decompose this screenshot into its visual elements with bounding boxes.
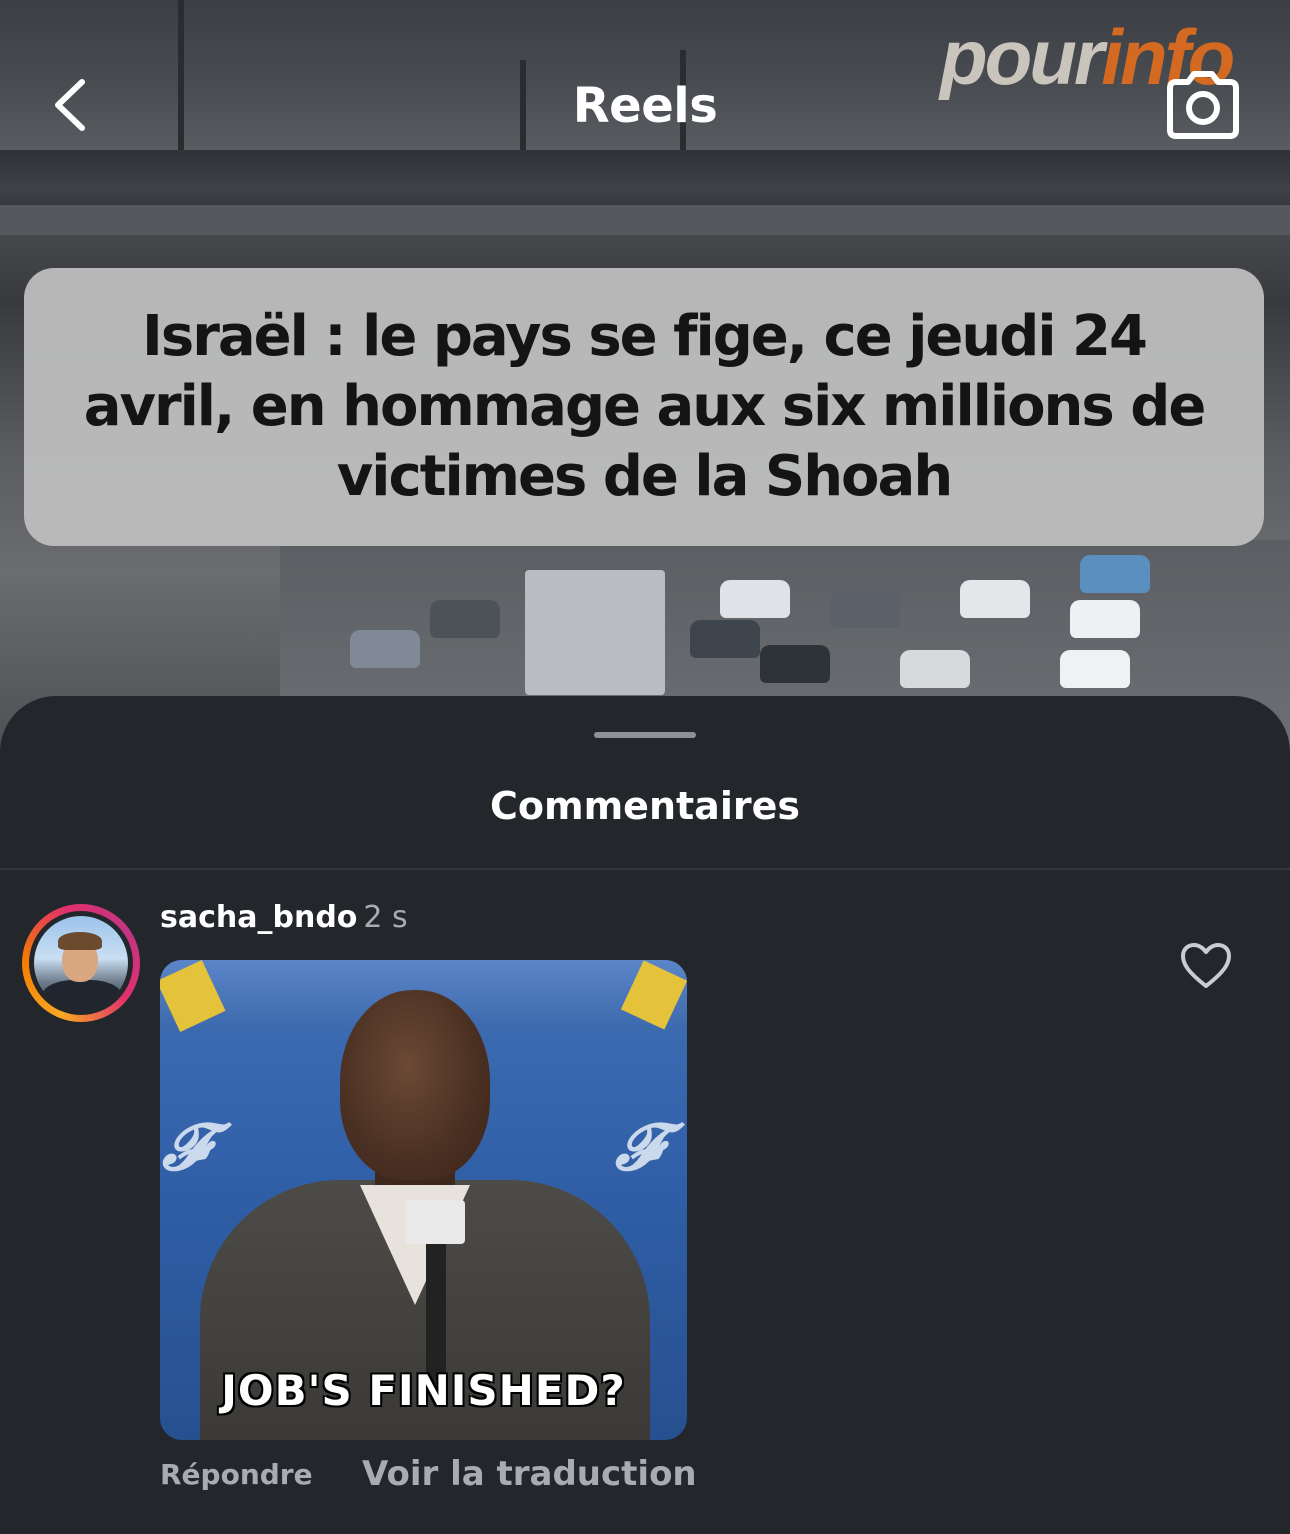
video-truck (525, 570, 665, 695)
comment-meta: sacha_bndo 2 s (160, 900, 408, 935)
video-car (430, 600, 500, 638)
gif-backdrop-logo: 𝓕 (162, 1110, 210, 1185)
video-car (1070, 600, 1140, 638)
gif-microphone (405, 1200, 465, 1244)
video-caption-box: Israël : le pays se fige, ce jeudi 24 av… (24, 268, 1264, 546)
sheet-divider (0, 868, 1290, 870)
video-car (900, 650, 970, 688)
video-car (1080, 555, 1150, 593)
comment-username[interactable]: sacha_bndo (160, 900, 357, 935)
avatar (34, 916, 128, 1010)
video-car (1060, 650, 1130, 688)
gif-microphone-stand (426, 1244, 446, 1384)
page-title: Reels (572, 78, 718, 134)
video-car (760, 645, 830, 683)
video-bridge-deck (0, 205, 1290, 235)
video-car (960, 580, 1030, 618)
like-comment-button[interactable] (1178, 940, 1234, 992)
camera-button[interactable] (1162, 66, 1244, 144)
avatar-story-ring[interactable] (22, 904, 140, 1022)
comment-gif[interactable]: 𝓕 𝓕 JOB'S FINISHED? (160, 960, 687, 1440)
gif-person-head (340, 990, 490, 1180)
comment-timestamp: 2 s (363, 900, 408, 935)
comments-sheet: Commentaires sacha_bndo 2 s 𝓕 𝓕 JOB'S FI… (0, 696, 1290, 1534)
video-car (830, 590, 900, 628)
reply-button[interactable]: Répondre (160, 1458, 313, 1491)
heart-outline-icon (1181, 943, 1231, 988)
sheet-title: Commentaires (490, 784, 800, 828)
reels-comments-screen: pourinfo Reels Israël : le pays se fige,… (0, 0, 1290, 1534)
video-car (720, 580, 790, 618)
gif-backdrop-logo: 𝓕 (615, 1110, 663, 1185)
video-caption-text: Israël : le pays se fige, ce jeudi 24 av… (83, 304, 1207, 509)
see-translation-button[interactable]: Voir la traduction (362, 1454, 697, 1494)
video-car (690, 620, 760, 658)
sheet-drag-handle[interactable] (594, 732, 696, 738)
camera-icon (1167, 71, 1239, 139)
avatar-body (42, 980, 122, 1010)
avatar-hair (58, 932, 102, 950)
video-car (350, 630, 420, 668)
gif-caption: JOB'S FINISHED? (221, 1366, 626, 1415)
